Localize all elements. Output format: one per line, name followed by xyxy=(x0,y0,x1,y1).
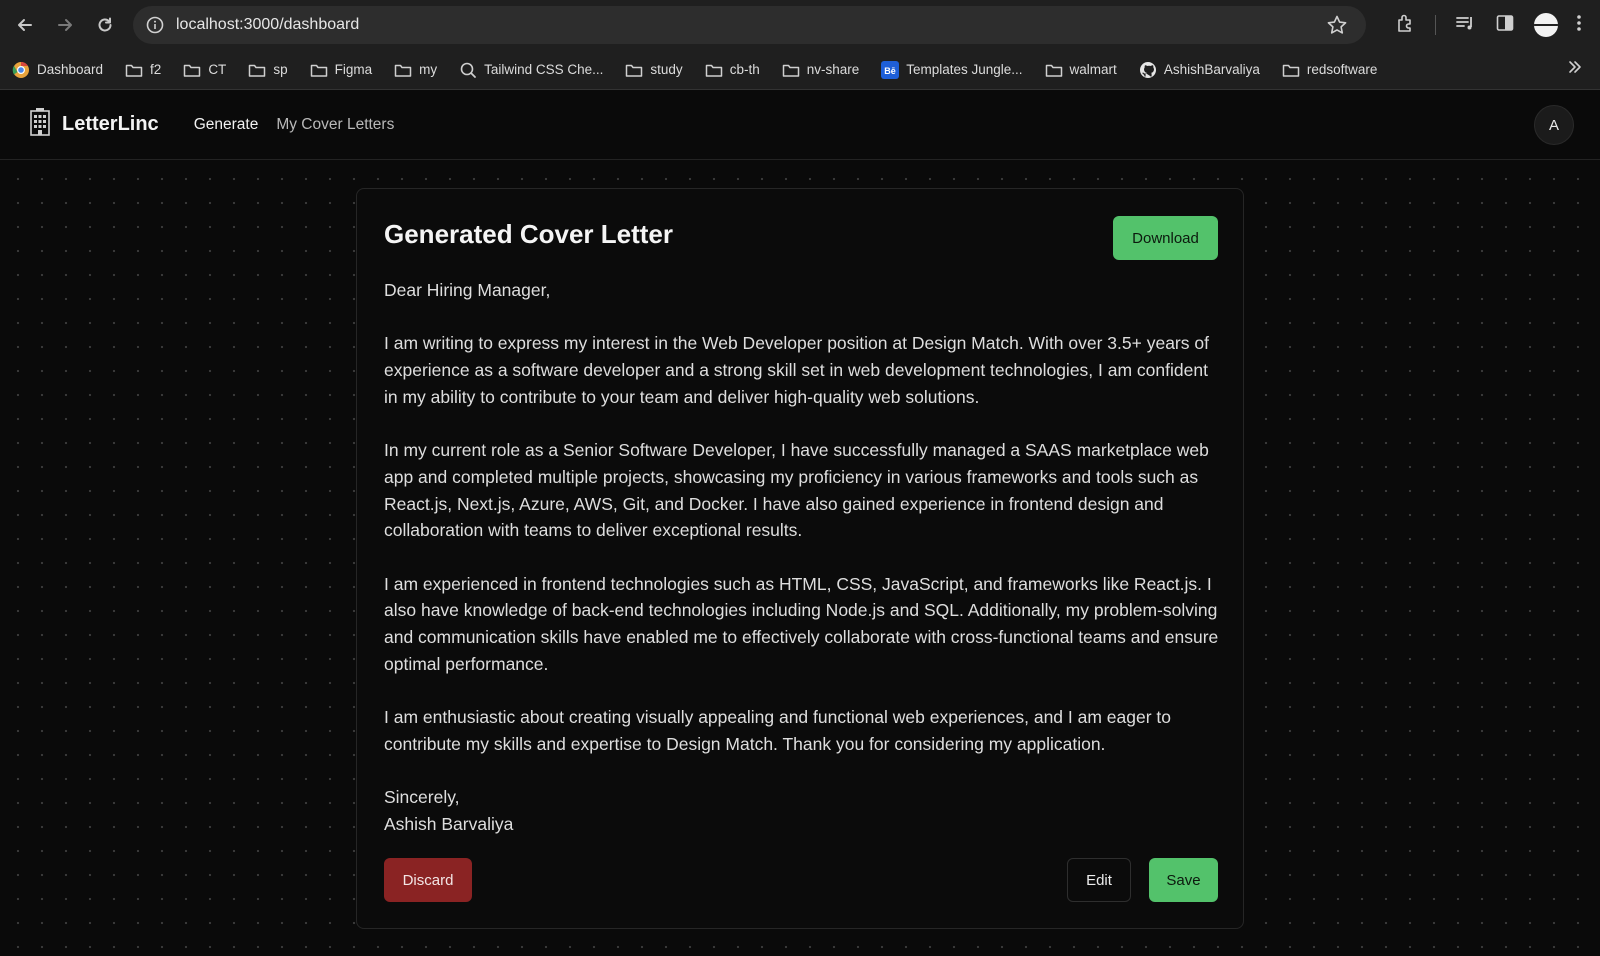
letter-paragraph: I am writing to express my interest in t… xyxy=(384,333,1209,407)
folder-icon xyxy=(183,61,201,79)
bookmark-item[interactable]: f2 xyxy=(125,61,161,79)
bookmark-item[interactable]: sp xyxy=(248,61,288,79)
bookmark-label: my xyxy=(419,62,438,77)
bookmark-item[interactable]: nv-share xyxy=(782,61,860,79)
app-name: LetterLinc xyxy=(62,113,159,135)
forward-icon[interactable] xyxy=(50,10,80,40)
bookmarks-overflow-icon[interactable] xyxy=(1568,60,1582,79)
bookmark-item[interactable]: Figma xyxy=(310,61,373,79)
bookmark-label: CT xyxy=(208,62,227,77)
bookmark-item[interactable]: Dashboard xyxy=(12,61,103,79)
letter-paragraph: In my current role as a Senior Software … xyxy=(384,440,1209,541)
app-header: LetterLinc Generate My Cover Letters A xyxy=(0,90,1600,160)
letter-paragraph: I am experienced in frontend technologie… xyxy=(384,573,1219,674)
folder-icon xyxy=(625,61,643,79)
letter-paragraph: I am enthusiastic about creating visuall… xyxy=(384,707,1172,754)
search-icon xyxy=(459,61,477,79)
app-logo[interactable]: LetterLinc xyxy=(28,107,159,142)
bookmark-star-icon[interactable] xyxy=(1326,14,1348,41)
github-icon xyxy=(1139,61,1157,79)
letter-greeting: Dear Hiring Manager, xyxy=(384,280,551,300)
bookmark-label: f2 xyxy=(150,62,162,77)
bookmark-label: cb-th xyxy=(729,62,760,77)
bookmark-item[interactable]: Tailwind CSS Che... xyxy=(459,61,603,79)
cover-letter-card: Generated Cover Letter Download Dear Hir… xyxy=(356,188,1244,929)
back-icon[interactable] xyxy=(10,10,40,40)
letter-signature: Ashish Barvaliya xyxy=(384,813,514,834)
bookmark-item[interactable]: my xyxy=(394,61,437,79)
site-info-icon[interactable] xyxy=(144,14,166,36)
save-button[interactable]: Save xyxy=(1149,858,1218,902)
toolbar-divider xyxy=(1435,15,1436,35)
media-control-icon[interactable] xyxy=(1454,12,1476,39)
bookmark-item[interactable]: cb-th xyxy=(705,61,760,79)
download-button[interactable]: Download xyxy=(1113,216,1218,260)
bookmark-label: study xyxy=(650,62,683,77)
bookmark-label: sp xyxy=(273,62,288,77)
folder-icon xyxy=(310,61,328,79)
edit-button[interactable]: Edit xyxy=(1067,858,1131,902)
folder-icon xyxy=(125,61,143,79)
folder-icon xyxy=(1282,61,1300,79)
extensions-icon[interactable] xyxy=(1395,12,1417,39)
profile-icon[interactable] xyxy=(1534,13,1558,37)
address-bar[interactable]: localhost:3000/dashboard xyxy=(133,6,1366,44)
discard-button[interactable]: Discard xyxy=(384,858,472,902)
building-logo-icon xyxy=(28,107,52,142)
bookmark-label: Templates Jungle... xyxy=(906,62,1023,77)
side-panel-icon[interactable] xyxy=(1494,12,1516,39)
more-menu-icon[interactable] xyxy=(1576,13,1582,38)
bookmark-label: Tailwind CSS Che... xyxy=(484,62,604,77)
user-avatar[interactable]: A xyxy=(1534,105,1574,145)
bookmark-label: Figma xyxy=(334,62,373,77)
folder-icon xyxy=(1045,61,1063,79)
folder-icon xyxy=(705,61,723,79)
bookmarks-bar: Dashboard f2 CT sp Figma my Tailwind CSS Che..… xyxy=(0,50,1600,90)
chrome-icon xyxy=(12,61,30,79)
bookmark-item[interactable]: AshishBarvaliya xyxy=(1139,61,1260,79)
bookmark-label: AshishBarvaliya xyxy=(1163,62,1260,77)
bookmark-item[interactable]: study xyxy=(625,61,683,79)
bookmark-label: nv-share xyxy=(806,62,860,77)
letter-closing: Sincerely, xyxy=(384,787,460,808)
bookmark-label: Dashboard xyxy=(37,62,104,77)
card-title: Generated Cover Letter xyxy=(384,219,673,249)
browser-toolbar: localhost:3000/dashboard xyxy=(0,0,1600,50)
letter-body: Dear Hiring Manager, I am writing to exp… xyxy=(384,277,1224,838)
folder-icon xyxy=(248,61,266,79)
folder-icon xyxy=(782,61,800,79)
bookmark-label: walmart xyxy=(1069,62,1117,77)
bookmark-item[interactable]: redsoftware xyxy=(1282,61,1378,79)
behance-icon: Bē xyxy=(881,60,900,79)
url-text: localhost:3000/dashboard xyxy=(176,16,360,33)
bookmark-item[interactable]: walmart xyxy=(1045,61,1117,79)
bookmark-item[interactable]: CT xyxy=(183,61,226,79)
nav-generate[interactable]: Generate xyxy=(194,116,259,134)
bookmark-label: redsoftware xyxy=(1306,62,1378,77)
folder-icon xyxy=(394,61,412,79)
reload-icon[interactable] xyxy=(90,10,120,40)
svg-text:Bē: Bē xyxy=(884,66,896,76)
nav-my-cover-letters[interactable]: My Cover Letters xyxy=(276,116,394,134)
bookmark-item[interactable]: Bē Templates Jungle... xyxy=(881,60,1023,79)
main-nav: Generate My Cover Letters xyxy=(194,116,395,134)
